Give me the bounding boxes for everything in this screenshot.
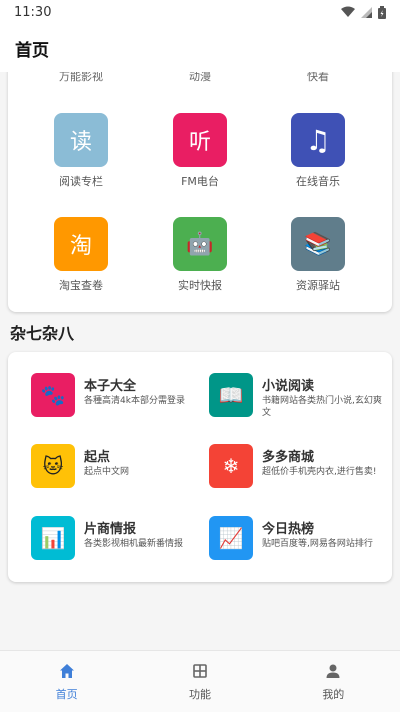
list-item-title: 多多商城 bbox=[262, 450, 315, 465]
list-item-desc: 贴吧百度等,网易各网站排行 bbox=[262, 539, 373, 549]
grid-item-label: 实时快报 bbox=[178, 279, 222, 292]
nav-tab-label: 我的 bbox=[322, 688, 345, 701]
nav-tab-profile[interactable]: 我的 bbox=[267, 651, 400, 712]
content-scroll[interactable]: 万能影视 动漫 快看 读 阅读专栏 听 FM电台 ♫ 在线音乐 淘 淘宝查卷 🤖… bbox=[0, 72, 400, 650]
battery-icon bbox=[378, 5, 386, 19]
list-item-desc: 各类影视相机最新番情报 bbox=[84, 539, 184, 549]
music-note-icon: ♫ bbox=[291, 113, 345, 167]
nav-tab-label: 首页 bbox=[55, 688, 78, 701]
list-item-duoduo[interactable]: ❄ 多多商城 超低价手机壳内衣,进行售卖! bbox=[209, 444, 389, 492]
list-item-desc: 超低价手机壳内衣,进行售卖! bbox=[262, 467, 377, 477]
page-title: 首页 bbox=[15, 40, 49, 61]
list-item-qidian[interactable]: 🐱 起点 起点中文网 bbox=[31, 444, 211, 492]
grid-item-label: 阅读专栏 bbox=[59, 175, 103, 188]
grid-label-wanneng[interactable]: 万能影视 bbox=[21, 72, 141, 84]
list-item-title: 本子大全 bbox=[84, 379, 137, 394]
wifi-icon bbox=[341, 6, 355, 17]
robot-icon: 🤖 bbox=[173, 217, 227, 271]
list-item-desc: 各種高清4k本部分需登录 bbox=[84, 396, 185, 406]
nav-tab-label: 功能 bbox=[188, 688, 211, 701]
books-icon: 📚 bbox=[291, 217, 345, 271]
grid-item-label: 在线音乐 bbox=[296, 175, 340, 188]
bottom-nav: 首页 功能 我的 bbox=[0, 650, 400, 712]
grid-label-dongman[interactable]: 动漫 bbox=[140, 72, 260, 84]
listen-icon: 听 bbox=[173, 113, 227, 167]
grid-item-news[interactable]: 🤖 实时快报 bbox=[140, 217, 260, 293]
grid-item-read[interactable]: 读 阅读专栏 bbox=[21, 113, 141, 189]
app-bar: 首页 bbox=[0, 24, 400, 72]
grid-label-kuaikan[interactable]: 快看 bbox=[258, 72, 378, 84]
open-book-icon: 📖 bbox=[209, 373, 253, 417]
cat-icon: 🐱 bbox=[31, 444, 75, 488]
person-icon bbox=[326, 664, 340, 678]
cell-signal-icon bbox=[361, 6, 372, 18]
snowflake-icon: ❄ bbox=[209, 444, 253, 488]
status-bar: 11:30 bbox=[0, 0, 400, 24]
list-item-title: 小说阅读 bbox=[262, 379, 315, 394]
trending-chart-icon: 📈 bbox=[209, 516, 253, 560]
grid-item-label: FM电台 bbox=[181, 175, 219, 188]
bar-chart-icon: 📊 bbox=[31, 516, 75, 560]
paw-icon: 🐾 bbox=[31, 373, 75, 417]
read-icon: 读 bbox=[54, 113, 108, 167]
list-item-title: 起点 bbox=[84, 450, 111, 465]
home-icon bbox=[59, 664, 74, 678]
list-item-title: 今日热榜 bbox=[262, 522, 315, 537]
list-item-pianshang[interactable]: 📊 片商情报 各类影视相机最新番情报 bbox=[31, 516, 211, 564]
grid-item-resource[interactable]: 📚 资源驿站 bbox=[258, 217, 378, 293]
list-item-hotlist[interactable]: 📈 今日热榜 贴吧百度等,网易各网站排行 bbox=[209, 516, 389, 564]
list-item-desc: 起点中文网 bbox=[84, 467, 130, 477]
list-item-novel[interactable]: 📖 小说阅读 书籍网站各类热门小说,玄幻爽文 bbox=[209, 373, 389, 421]
list-item-benzi[interactable]: 🐾 本子大全 各種高清4k本部分需登录 bbox=[31, 373, 211, 421]
grid-item-label: 淘宝查卷 bbox=[59, 279, 103, 292]
grid-item-label: 资源驿站 bbox=[296, 279, 340, 292]
clipped-row: 万能影视 动漫 快看 bbox=[0, 72, 400, 84]
grid-item-taobao[interactable]: 淘 淘宝查卷 bbox=[21, 217, 141, 293]
taobao-icon: 淘 bbox=[54, 217, 108, 271]
grid-icon bbox=[193, 664, 207, 678]
status-icons bbox=[341, 5, 386, 19]
status-time: 11:30 bbox=[14, 4, 52, 20]
grid-item-music[interactable]: ♫ 在线音乐 bbox=[258, 113, 378, 189]
section-title: 杂七杂八 bbox=[10, 324, 75, 343]
list-item-desc: 书籍网站各类热门小说,玄幻爽文 bbox=[262, 396, 382, 418]
nav-tab-features[interactable]: 功能 bbox=[133, 651, 266, 712]
grid-item-fm[interactable]: 听 FM电台 bbox=[140, 113, 260, 189]
nav-tab-home[interactable]: 首页 bbox=[0, 651, 133, 712]
list-item-title: 片商情报 bbox=[84, 522, 137, 537]
